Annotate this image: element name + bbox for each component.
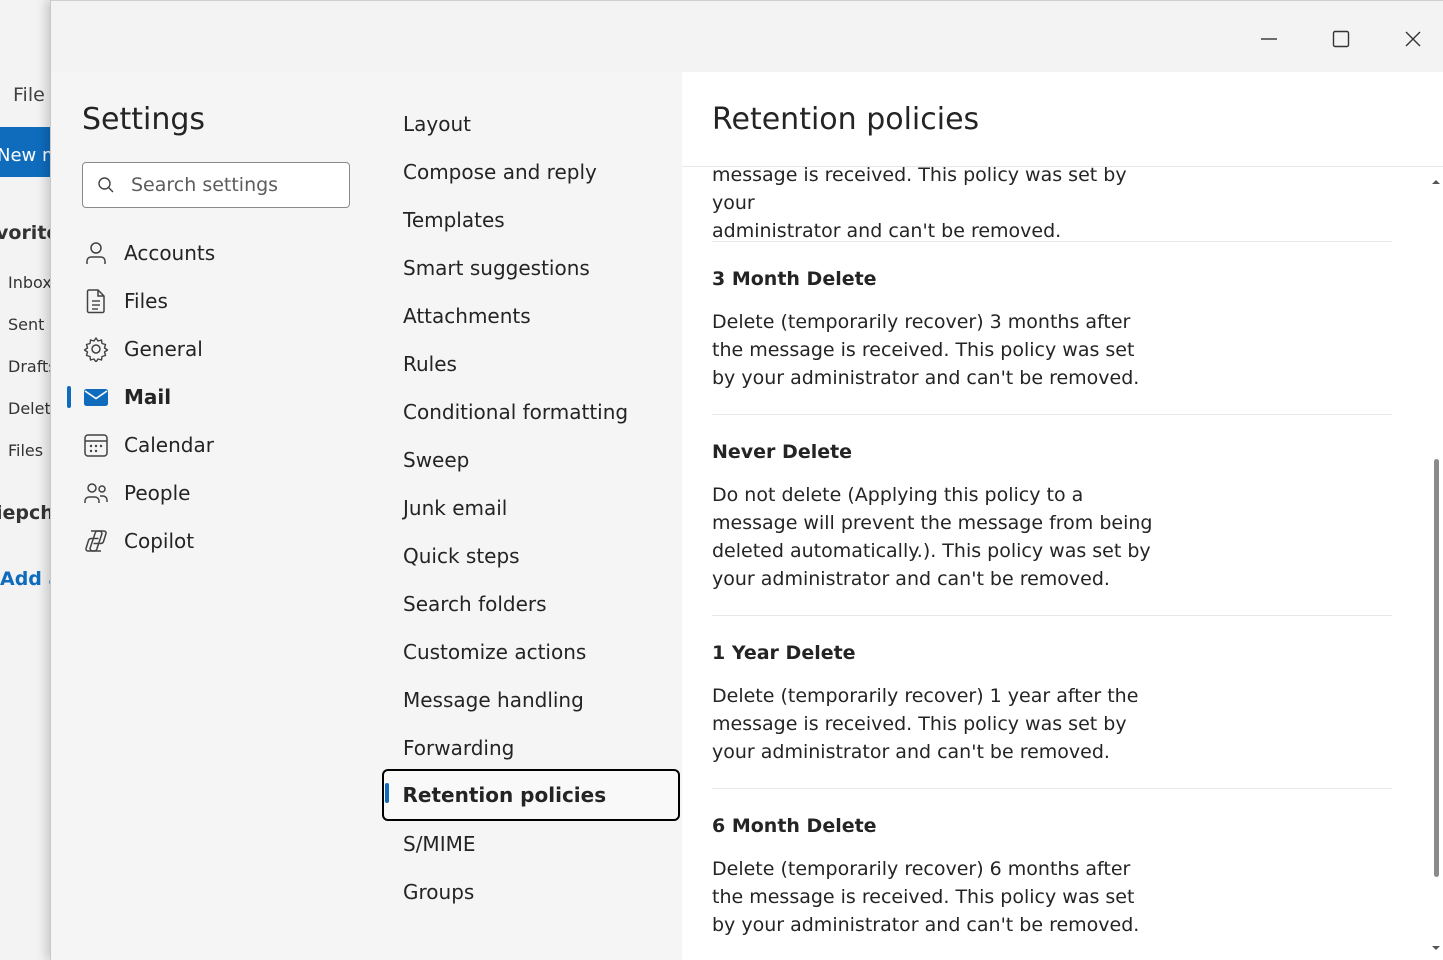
- subnav-label: Customize actions: [403, 640, 587, 664]
- subnav-sweep[interactable]: Sweep: [382, 436, 680, 484]
- subnav-label: Templates: [403, 208, 505, 232]
- subnav-compose-and-reply[interactable]: Compose and reply: [382, 148, 680, 196]
- subnav-forwarding[interactable]: Forwarding: [382, 724, 680, 772]
- close-button[interactable]: [1391, 17, 1435, 61]
- folder-sent[interactable]: Sent I: [8, 315, 54, 334]
- settings-dialog: Settings Accounts Files: [50, 0, 1443, 960]
- file-menu[interactable]: File: [13, 84, 45, 106]
- folder-inbox[interactable]: Inbox: [8, 273, 52, 292]
- folder-files[interactable]: Files: [8, 441, 43, 460]
- subnav-smime[interactable]: S/MIME: [382, 820, 680, 868]
- policy-item: 1 Year Delete Delete (temporarily recove…: [712, 616, 1392, 789]
- policy-item-partial: message is received. This policy was set…: [712, 167, 1392, 242]
- subnav-label: Conditional formatting: [403, 400, 629, 424]
- policy-name: Never Delete: [712, 441, 853, 463]
- policy-description: Delete (temporarily recover) 1 year afte…: [712, 685, 1139, 763]
- subnav-label: Sweep: [403, 448, 470, 472]
- search-icon: [97, 176, 115, 194]
- policy-description: message is received. This policy was set…: [712, 167, 1127, 242]
- settings-title: Settings: [82, 102, 206, 137]
- subnav-label: Layout: [403, 112, 471, 136]
- policy-name: 6 Month Delete: [712, 815, 877, 837]
- copilot-icon: [83, 528, 109, 554]
- policy-name: 1 Year Delete: [712, 642, 856, 664]
- settings-sidebar: Settings Accounts Files: [51, 72, 382, 960]
- panel-title: Retention policies: [712, 102, 980, 137]
- policy-description: Delete (temporarily recover) 3 months af…: [712, 311, 1140, 389]
- scroll-up-arrow-icon[interactable]: [1431, 177, 1441, 187]
- nav-label: Copilot: [124, 529, 195, 553]
- policy-description: Delete (temporarily recover) 6 months af…: [712, 858, 1140, 936]
- nav-accounts[interactable]: Accounts: [51, 229, 382, 277]
- settings-nav: Accounts Files General Mail Calendar Peo…: [51, 229, 382, 565]
- subnav-conditional-formatting[interactable]: Conditional formatting: [382, 388, 680, 436]
- subnav-label: Attachments: [403, 304, 531, 328]
- nav-general[interactable]: General: [51, 325, 382, 373]
- close-icon: [1405, 31, 1421, 47]
- scrollbar[interactable]: [1428, 167, 1443, 960]
- minimize-button[interactable]: [1247, 17, 1291, 61]
- nav-mail[interactable]: Mail: [51, 373, 382, 421]
- nav-label: Accounts: [124, 241, 216, 265]
- scroll-down-arrow-icon[interactable]: [1431, 943, 1441, 953]
- policy-item: Never Delete Do not delete (Applying thi…: [712, 415, 1392, 616]
- policy-name: 3 Month Delete: [712, 268, 877, 290]
- subnav-label: S/MIME: [403, 832, 476, 856]
- subnav-label: Groups: [403, 880, 475, 904]
- document-icon: [83, 288, 109, 314]
- new-mail-button[interactable]: New m: [0, 127, 60, 177]
- minimize-icon: [1261, 38, 1277, 40]
- subnav-junk-email[interactable]: Junk email: [382, 484, 680, 532]
- maximize-icon: [1332, 30, 1350, 48]
- maximize-button[interactable]: [1319, 17, 1363, 61]
- subnav-templates[interactable]: Templates: [382, 196, 680, 244]
- subnav-label: Retention policies: [402, 783, 607, 807]
- search-box[interactable]: [82, 162, 350, 208]
- policy-item: 6 Month Delete Delete (temporarily recov…: [712, 789, 1392, 960]
- policy-item: 3 Month Delete Delete (temporarily recov…: [712, 242, 1392, 415]
- subnav-label: Message handling: [403, 688, 584, 712]
- subnav-layout[interactable]: Layout: [382, 100, 680, 148]
- subnav-attachments[interactable]: Attachments: [382, 292, 680, 340]
- subnav-label: Junk email: [403, 496, 508, 520]
- nav-calendar[interactable]: Calendar: [51, 421, 382, 469]
- subnav-label: Rules: [403, 352, 457, 376]
- gear-icon: [83, 336, 109, 362]
- subnav-label: Forwarding: [403, 736, 515, 760]
- policy-list[interactable]: message is received. This policy was set…: [682, 167, 1443, 960]
- search-settings-input[interactable]: [129, 173, 333, 197]
- scrollbar-thumb[interactable]: [1434, 459, 1439, 877]
- subnav-label: Quick steps: [403, 544, 520, 568]
- person-icon: [83, 240, 109, 266]
- mail-settings-nav: Layout Compose and reply Templates Smart…: [382, 72, 682, 960]
- subnav-search-folders[interactable]: Search folders: [382, 580, 680, 628]
- nav-copilot[interactable]: Copilot: [51, 517, 382, 565]
- subnav-rules[interactable]: Rules: [382, 340, 680, 388]
- subnav-customize-actions[interactable]: Customize actions: [382, 628, 680, 676]
- subnav-label: Smart suggestions: [403, 256, 590, 280]
- subnav-groups[interactable]: Groups: [382, 868, 680, 916]
- nav-label: Files: [124, 289, 168, 313]
- title-bar: [51, 0, 1443, 73]
- nav-label: Mail: [124, 385, 172, 409]
- nav-files[interactable]: Files: [51, 277, 382, 325]
- nav-people[interactable]: People: [51, 469, 382, 517]
- subnav-label: Compose and reply: [403, 160, 597, 184]
- calendar-icon: [83, 432, 109, 458]
- account-header[interactable]: iepch: [0, 502, 54, 524]
- nav-label: Calendar: [124, 433, 214, 457]
- retention-policies-panel: Retention policies message is received. …: [682, 72, 1443, 960]
- nav-label: People: [124, 481, 191, 505]
- mail-icon: [83, 384, 109, 410]
- policy-description: Do not delete (Applying this policy to a…: [712, 484, 1153, 590]
- subnav-message-handling[interactable]: Message handling: [382, 676, 680, 724]
- subnav-retention-policies[interactable]: Retention policies: [382, 769, 680, 821]
- subnav-label: Search folders: [403, 592, 547, 616]
- subnav-quick-steps[interactable]: Quick steps: [382, 532, 680, 580]
- people-icon: [83, 480, 109, 506]
- subnav-smart-suggestions[interactable]: Smart suggestions: [382, 244, 680, 292]
- nav-label: General: [124, 337, 203, 361]
